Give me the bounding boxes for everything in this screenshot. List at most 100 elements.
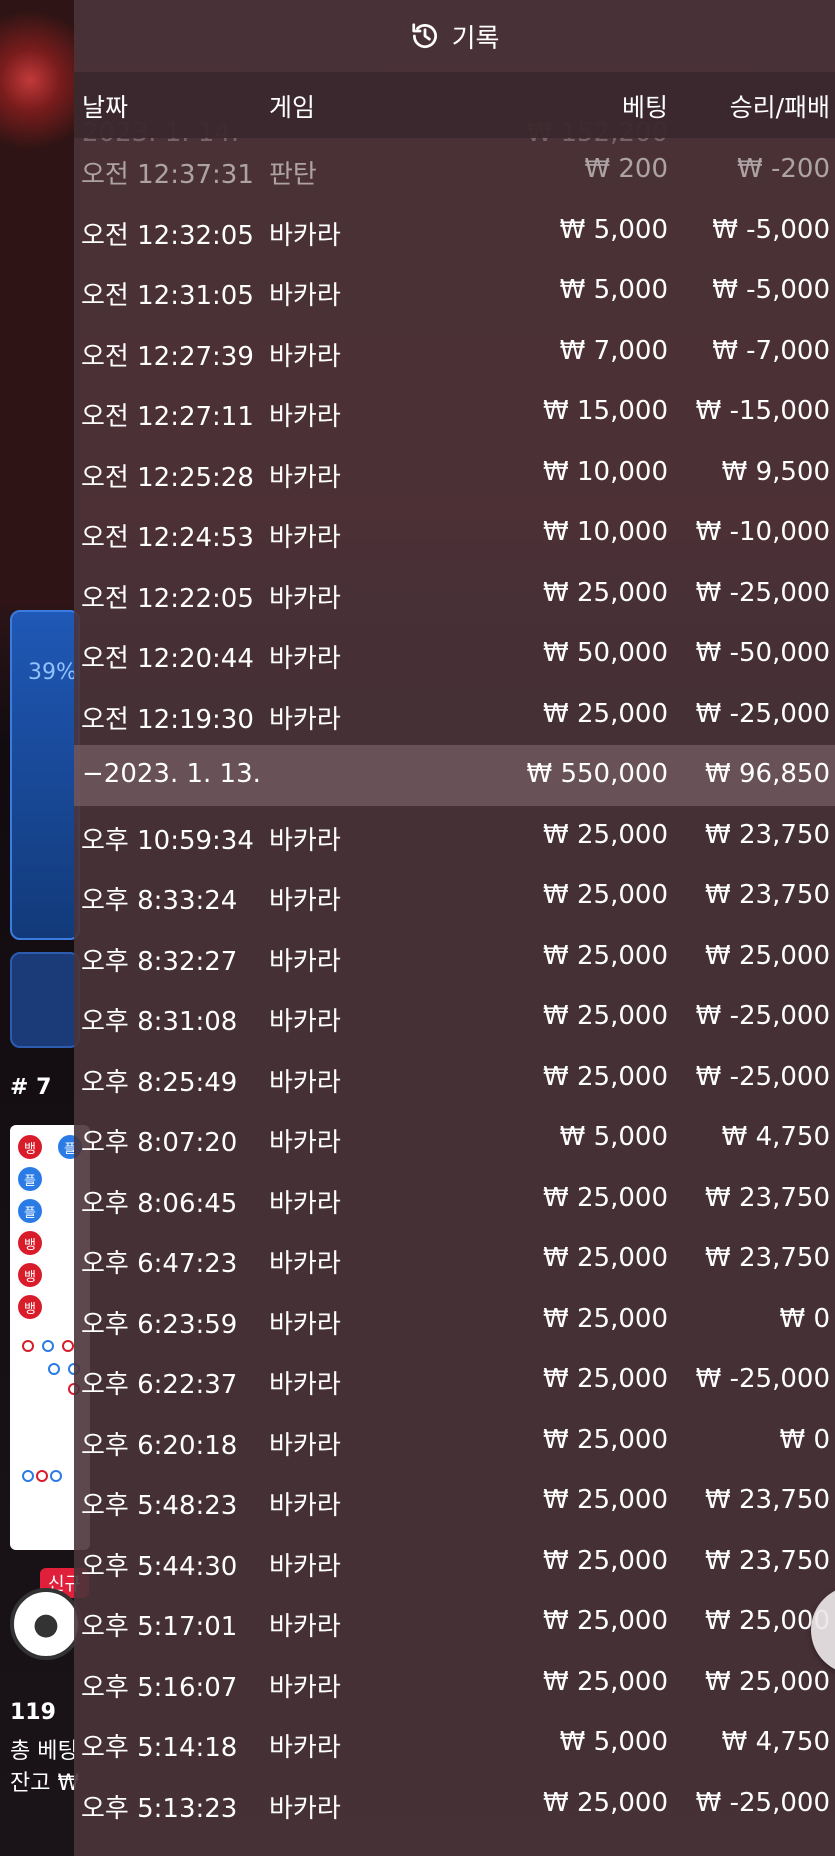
- row-game: 바카라: [269, 1672, 341, 1703]
- column-game: 게임: [269, 93, 316, 122]
- row-game: 바카라: [269, 1370, 341, 1400]
- history-row[interactable]: 오후 10:59:34 바카라 ₩ 25,000 ₩ 23,750: [74, 806, 835, 867]
- row-bet: ₩ 25,000: [543, 1001, 668, 1031]
- row-bet: ₩ 25,000: [543, 698, 668, 729]
- row-bet: ₩ 25,000: [543, 880, 668, 910]
- road-banker-dot: 뱅: [18, 1231, 42, 1255]
- row-bet: ₩ 25,000: [543, 1061, 668, 1092]
- row-game: 바카라: [269, 1067, 341, 1098]
- row-result: ₩ 0: [779, 1424, 830, 1455]
- row-result: ₩ 0: [779, 1303, 830, 1334]
- background-decoration: [0, 0, 80, 600]
- row-time: 오전 12:27:39: [81, 341, 254, 372]
- row-game: 바카라: [269, 704, 341, 735]
- road-ring: [22, 1340, 34, 1352]
- row-game: 바카라: [269, 1007, 341, 1037]
- row-result: ₩ 25,000: [705, 940, 830, 971]
- date-group-row[interactable]: −2023. 1. 13. ₩ 550,000 ₩ 96,850: [74, 745, 835, 806]
- history-list[interactable]: 오전 12:37:31 판탄 ₩ 200 ₩ -200 오전 12:32:05 바카라 ₩ …: [74, 140, 835, 1834]
- row-result: ₩ -25,000: [695, 577, 830, 608]
- total-bet-label: 총 베팅: [10, 1739, 78, 1764]
- history-row[interactable]: 오후 5:48:23 바카라 ₩ 25,000 ₩ 23,750: [74, 1471, 835, 1532]
- row-game: 바카라: [269, 1309, 341, 1340]
- history-row[interactable]: 오전 12:27:11 바카라 ₩ 15,000 ₩ -15,000: [74, 382, 835, 443]
- history-row[interactable]: 오전 12:31:05 바카라 ₩ 5,000 ₩ -5,000: [74, 261, 835, 322]
- row-time: 오후 10:59:34: [81, 825, 254, 856]
- history-row[interactable]: 오후 6:22:37 바카라 ₩ 25,000 ₩ -25,000: [74, 1350, 835, 1411]
- bet-panel-secondary[interactable]: [10, 952, 80, 1048]
- row-bet: ₩ 25,000: [543, 1485, 668, 1515]
- row-result: ₩ -7,000: [712, 335, 830, 366]
- history-row[interactable]: 오후 8:32:27 바카라 ₩ 25,000 ₩ 25,000: [74, 927, 835, 988]
- row-bet: ₩ 50,000: [543, 638, 668, 668]
- row-time: 오후 6:20:18: [81, 1430, 238, 1461]
- history-row[interactable]: 오후 5:13:23 바카라 ₩ 25,000 ₩ -25,000: [74, 1774, 835, 1835]
- history-row[interactable]: 오전 12:37:31 판탄 ₩ 200 ₩ -200: [74, 140, 835, 201]
- row-time: 오후 5:48:23: [81, 1491, 238, 1521]
- row-bet: ₩ 5,000: [559, 1122, 668, 1152]
- history-row[interactable]: 오후 5:17:01 바카라 ₩ 25,000 ₩ 25,000: [74, 1592, 835, 1653]
- row-game: 바카라: [269, 220, 341, 251]
- chip-icon: ●: [32, 1606, 60, 1642]
- row-bet: ₩ 25,000: [543, 1364, 668, 1394]
- row-game: 바카라: [269, 1793, 341, 1824]
- history-row[interactable]: 오전 12:22:05 바카라 ₩ 25,000 ₩ -25,000: [74, 564, 835, 625]
- road-ring: [36, 1470, 48, 1482]
- row-game: 바카라: [269, 281, 341, 311]
- road-ring: [62, 1340, 74, 1352]
- row-game: 판탄: [269, 160, 317, 190]
- date-group-label: −2023. 1. 13.: [82, 759, 261, 789]
- date-group-bet: ₩ 550,000: [526, 759, 669, 789]
- row-result: ₩ -5,000: [712, 214, 830, 245]
- row-time: 오전 12:20:44: [81, 644, 254, 674]
- row-game: 바카라: [269, 886, 341, 916]
- row-result: ₩ 23,750: [705, 880, 830, 910]
- road-player-dot: 플: [18, 1199, 42, 1223]
- row-time: 오전 12:37:31: [81, 160, 254, 190]
- history-row[interactable]: 오후 5:44:30 바카라 ₩ 25,000 ₩ 23,750: [74, 1532, 835, 1593]
- column-result: 승리/패배: [729, 93, 830, 122]
- history-row[interactable]: 오후 6:47:23 바카라 ₩ 25,000 ₩ 23,750: [74, 1229, 835, 1290]
- row-time: 오후 8:07:20: [81, 1128, 238, 1158]
- row-game: 바카라: [269, 462, 341, 493]
- row-game: 바카라: [269, 946, 341, 977]
- history-icon: [411, 23, 437, 48]
- history-row[interactable]: 오후 6:23:59 바카라 ₩ 25,000 ₩ 0: [74, 1290, 835, 1351]
- row-time: 오전 12:27:11: [81, 402, 254, 432]
- row-result: ₩ 23,750: [705, 819, 830, 850]
- row-result: ₩ 23,750: [705, 1182, 830, 1213]
- row-game: 바카라: [269, 1249, 341, 1279]
- row-bet: ₩ 25,000: [543, 1424, 668, 1455]
- history-row[interactable]: 오후 8:25:49 바카라 ₩ 25,000 ₩ -25,000: [74, 1048, 835, 1109]
- road-banker-dot: 뱅: [18, 1295, 42, 1319]
- history-row[interactable]: 오전 12:24:53 바카라 ₩ 10,000 ₩ -10,000: [74, 503, 835, 564]
- row-bet: ₩ 25,000: [543, 1666, 668, 1697]
- chip-button[interactable]: ●: [10, 1588, 82, 1660]
- player-count: 119: [10, 1700, 56, 1725]
- row-result: ₩ 23,750: [705, 1485, 830, 1515]
- history-row[interactable]: 오후 8:07:20 바카라 ₩ 5,000 ₩ 4,750: [74, 1108, 835, 1169]
- row-time: 오전 12:22:05: [81, 583, 254, 614]
- history-row[interactable]: 오전 12:32:05 바카라 ₩ 5,000 ₩ -5,000: [74, 201, 835, 262]
- row-time: 오후 5:16:07: [81, 1672, 238, 1703]
- row-result: ₩ -50,000: [695, 638, 830, 668]
- history-row[interactable]: 오전 12:19:30 바카라 ₩ 25,000 ₩ -25,000: [74, 685, 835, 746]
- panel-header: 기록: [74, 0, 835, 72]
- history-row[interactable]: 오후 6:20:18 바카라 ₩ 25,000 ₩ 0: [74, 1411, 835, 1472]
- history-row[interactable]: 오후 8:31:08 바카라 ₩ 25,000 ₩ -25,000: [74, 987, 835, 1048]
- history-row[interactable]: 오전 12:27:39 바카라 ₩ 7,000 ₩ -7,000: [74, 322, 835, 383]
- row-bet: ₩ 10,000: [543, 456, 668, 487]
- history-panel: 기록 2023. 1. 14. ₩ 152,200 날짜 게임 베팅 승리/패배…: [74, 0, 835, 1856]
- history-row[interactable]: 오전 12:25:28 바카라 ₩ 10,000 ₩ 9,500: [74, 443, 835, 504]
- road-ring: [42, 1340, 54, 1352]
- row-time: 오후 6:23:59: [81, 1309, 238, 1340]
- history-row[interactable]: 오후 8:06:45 바카라 ₩ 25,000 ₩ 23,750: [74, 1169, 835, 1230]
- row-time: 오전 12:32:05: [81, 220, 254, 251]
- history-row[interactable]: 오후 5:14:18 바카라 ₩ 5,000 ₩ 4,750: [74, 1713, 835, 1774]
- history-row[interactable]: 오후 5:16:07 바카라 ₩ 25,000 ₩ 25,000: [74, 1653, 835, 1714]
- history-row[interactable]: 오후 8:33:24 바카라 ₩ 25,000 ₩ 23,750: [74, 866, 835, 927]
- row-game: 바카라: [269, 1128, 341, 1158]
- row-time: 오후 5:13:23: [81, 1793, 238, 1824]
- history-row[interactable]: 오전 12:20:44 바카라 ₩ 50,000 ₩ -50,000: [74, 624, 835, 685]
- row-time: 오전 12:25:28: [81, 462, 254, 493]
